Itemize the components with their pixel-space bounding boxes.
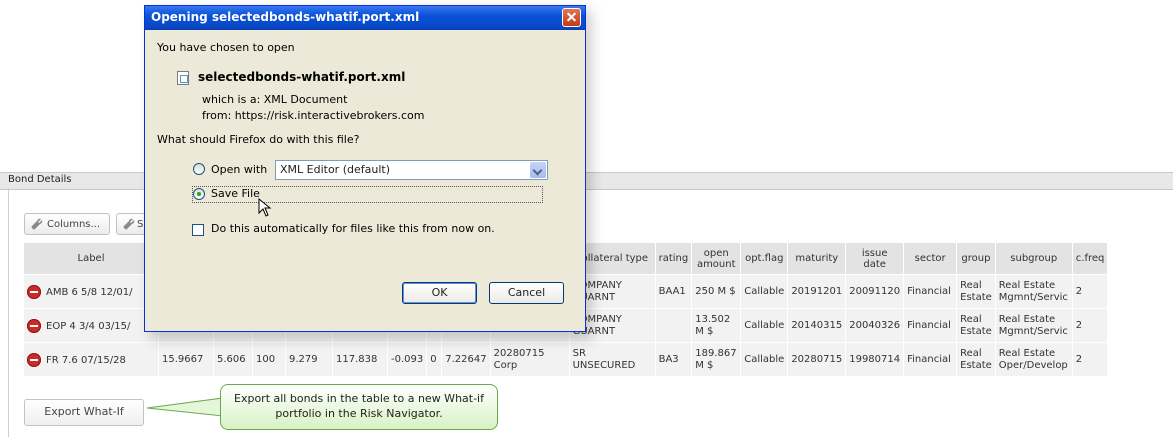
application-select-value: XML Editor (default) [280, 163, 390, 176]
bond-label: AMB 6 5/8 12/01/ [46, 286, 133, 298]
maturity-cell: 20191201 [787, 274, 847, 309]
group-cell: Real Estate [956, 308, 996, 343]
col-header[interactable]: issue date [845, 243, 905, 275]
table-cell: 5.606 [213, 342, 253, 376]
file-source: from: https://risk.interactivebrokers.co… [202, 109, 425, 122]
export-what-if-button[interactable]: Export What-If [24, 399, 144, 426]
second-button-label: S [137, 219, 144, 230]
opt-flag-cell: Callable [740, 308, 789, 343]
chevron-down-icon[interactable] [530, 162, 546, 178]
col-header[interactable]: subgroup [995, 243, 1073, 275]
col-header[interactable]: Label [24, 243, 159, 275]
table-cell: 7.22647 [441, 342, 491, 376]
maturity-cell: 20280715 [787, 342, 847, 376]
mouse-cursor-icon [258, 198, 272, 217]
bond-label: EOP 4 3/4 03/15/ [46, 320, 131, 332]
wrench-icon [123, 218, 135, 230]
col-header[interactable]: group [956, 243, 996, 275]
table-cell: 100 [252, 342, 286, 376]
remove-icon[interactable] [27, 318, 41, 333]
cancel-button[interactable]: Cancel [489, 282, 564, 304]
toolbar-second-button[interactable]: S [116, 213, 146, 235]
issue-date-cell: 20091120 [845, 274, 905, 309]
panel-border [8, 188, 9, 437]
callout-pointer [146, 397, 224, 417]
columns-button[interactable]: Columns... [24, 213, 110, 235]
sector-cell: Financial [903, 274, 958, 309]
col-header[interactable]: maturity [787, 243, 847, 275]
subgroup-cell: Real Estate Mgmnt/Servic [995, 308, 1073, 343]
close-button[interactable] [562, 8, 581, 27]
table-row[interactable]: FR 7.6 07/15/28 15.9667 5.606 100 9.279 … [24, 342, 1109, 376]
columns-label: Columns... [47, 219, 101, 230]
sector-cell: Financial [903, 308, 958, 343]
panel-title: Bond Details [8, 174, 72, 185]
table-cell: -0.093 [387, 342, 428, 376]
file-name: selectedbonds-whatif.port.xml [198, 70, 406, 84]
collateral-cell: SR UNSECURED [569, 342, 656, 376]
save-file-label[interactable]: Save File [211, 187, 260, 200]
col-header[interactable]: open amount [691, 243, 742, 275]
opt-flag-cell: Callable [740, 342, 789, 376]
auto-label[interactable]: Do this automatically for files like thi… [211, 222, 495, 235]
label-cell: AMB 6 5/8 12/01/ [24, 274, 159, 309]
table-cell: 15.9667 [158, 342, 214, 376]
callout-tooltip: Export all bonds in the table to a new W… [220, 384, 498, 430]
ok-button[interactable]: OK [402, 282, 477, 304]
col-header[interactable]: opt.flag [740, 243, 789, 275]
opt-flag-cell: Callable [740, 274, 789, 309]
xml-file-icon [177, 71, 189, 85]
col-header[interactable]: rating [655, 243, 693, 275]
rating-cell: BAA1 [655, 274, 693, 309]
open-amount-cell: 189.867 M $ [691, 342, 742, 376]
maturity-code: 20280715 [493, 347, 545, 359]
bond-label: FR 7.6 07/15/28 [46, 354, 126, 366]
open-with-radio[interactable] [193, 163, 205, 175]
table-cell: 117.838 [332, 342, 388, 376]
group-cell: Real Estate [956, 274, 996, 309]
group-cell: Real Estate [956, 342, 996, 376]
table-cell: 9.279 [285, 342, 333, 376]
rating-cell: BA3 [655, 342, 693, 376]
issue-date-cell: 20040326 [845, 308, 905, 343]
file-type: which is a: XML Document [202, 93, 348, 106]
maturity-cell: 20140315 [787, 308, 847, 343]
dialog-titlebar[interactable]: Opening selectedbonds-whatif.port.xml [145, 6, 585, 30]
col-header[interactable]: sector [903, 243, 958, 275]
chosen-text: You have chosen to open [157, 41, 295, 54]
open-with-label[interactable]: Open with [211, 163, 267, 176]
open-amount-cell: 13.502 M $ [691, 308, 742, 343]
download-dialog: Opening selectedbonds-whatif.port.xml Yo… [144, 5, 586, 332]
wrench-icon [31, 218, 43, 230]
label-cell: EOP 4 3/4 03/15/ [24, 308, 159, 343]
sector-cell: Financial [903, 342, 958, 376]
table-cell: 20280715 Corp [490, 342, 570, 376]
cfreq-cell: 2 [1072, 342, 1109, 376]
cfreq-cell: 2 [1072, 308, 1109, 343]
col-header[interactable]: c.freq [1072, 243, 1109, 275]
asset-type: Corp [493, 359, 518, 371]
open-amount-cell: 250 M $ [691, 274, 742, 309]
cfreq-cell: 2 [1072, 274, 1109, 309]
rating-cell [655, 308, 693, 343]
issue-date-cell: 19980714 [845, 342, 905, 376]
dialog-title: Opening selectedbonds-whatif.port.xml [151, 10, 420, 24]
table-cell: 0 [426, 342, 443, 376]
subgroup-cell: Real Estate Mgmnt/Servic [995, 274, 1073, 309]
subgroup-cell: Real Estate Oper/Develop [995, 342, 1073, 376]
question-text: What should Firefox do with this file? [157, 133, 360, 146]
remove-icon[interactable] [27, 284, 41, 299]
label-cell: FR 7.6 07/15/28 [24, 342, 159, 376]
remove-icon[interactable] [27, 352, 41, 367]
auto-checkbox[interactable] [192, 224, 204, 236]
application-select[interactable]: XML Editor (default) [275, 160, 548, 180]
